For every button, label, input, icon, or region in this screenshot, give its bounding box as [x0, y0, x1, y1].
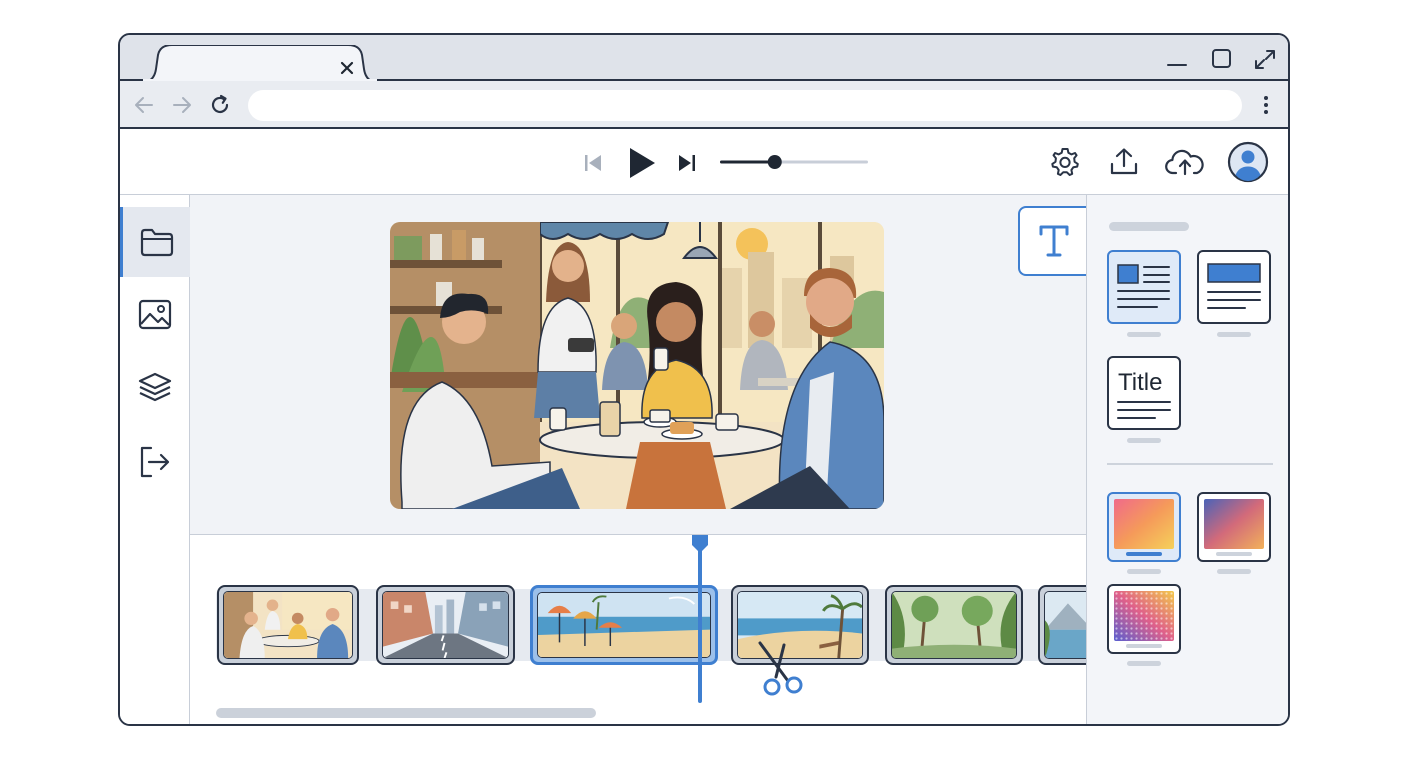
panel-divider: [1107, 463, 1273, 465]
address-bar: [120, 81, 1288, 129]
timeline-clip[interactable]: [1038, 585, 1086, 665]
url-input[interactable]: [248, 90, 1242, 121]
beach-umbrellas-thumbnail: [538, 593, 710, 657]
timeline-clip[interactable]: [885, 585, 1023, 665]
preview-stage: [190, 195, 1086, 535]
tab-strip: [120, 35, 1288, 83]
timeline-scrollbar[interactable]: [216, 708, 596, 718]
timeline-playhead[interactable]: [688, 535, 712, 703]
layout-banner-icon: [1207, 263, 1261, 309]
reload-icon[interactable]: [208, 93, 232, 117]
mountain-lake-thumbnail: [1045, 592, 1086, 658]
cafe-thumbnail: [224, 592, 352, 658]
gradient-sunset-swatch: [1114, 499, 1174, 556]
gear-icon[interactable]: [1049, 146, 1081, 178]
exit-icon: [140, 446, 170, 478]
city-street-thumbnail: [383, 592, 508, 658]
style-gradient-sunset[interactable]: [1107, 492, 1181, 562]
timeline-clip[interactable]: [376, 585, 515, 665]
editor-toolbar: [120, 129, 1288, 195]
layout-template-image-left[interactable]: [1107, 250, 1181, 324]
skip-forward-icon[interactable]: [676, 152, 698, 174]
kebab-menu-icon[interactable]: [1256, 93, 1276, 117]
forward-arrow-icon[interactable]: [170, 93, 194, 117]
layout-template-banner[interactable]: [1197, 250, 1271, 324]
sidebar-item-layers[interactable]: [120, 353, 190, 423]
panel-handle: [1109, 222, 1189, 231]
back-arrow-icon[interactable]: [132, 93, 156, 117]
left-sidebar: [120, 195, 190, 724]
style-gradient-dusk[interactable]: [1197, 492, 1271, 562]
play-icon[interactable]: [626, 146, 658, 180]
cloud-upload-icon[interactable]: [1165, 147, 1205, 177]
sidebar-item-images[interactable]: [120, 280, 190, 350]
cafe-scene-image: [390, 222, 884, 509]
templates-panel: Title: [1086, 195, 1288, 724]
sidebar-item-exit[interactable]: [120, 427, 190, 497]
close-icon[interactable]: [337, 58, 357, 78]
layout-image-left-icon: [1117, 264, 1170, 308]
scissors-icon[interactable]: [754, 639, 810, 703]
fullscreen-icon[interactable]: [1252, 46, 1278, 72]
layers-icon: [138, 372, 172, 402]
image-icon: [138, 299, 172, 330]
text-tool-tab[interactable]: [1018, 206, 1088, 276]
text-icon: [1039, 225, 1069, 257]
timeline: [190, 535, 1086, 724]
browser-window: Title: [118, 33, 1290, 726]
video-preview[interactable]: [390, 222, 884, 509]
gradient-dusk-swatch: [1204, 499, 1264, 556]
style-halftone-gradient[interactable]: [1107, 584, 1181, 654]
sidebar-item-folder[interactable]: [120, 207, 190, 277]
share-upload-icon[interactable]: [1109, 146, 1139, 178]
user-avatar-icon[interactable]: [1227, 141, 1269, 183]
layout-template-title[interactable]: Title: [1107, 356, 1181, 430]
layout-title-lines-icon: [1117, 401, 1171, 419]
minimize-icon[interactable]: [1164, 46, 1190, 72]
folder-icon: [140, 228, 173, 257]
timeline-clip[interactable]: [217, 585, 359, 665]
halftone-gradient-swatch: [1114, 591, 1174, 648]
jungle-thumbnail: [892, 592, 1016, 658]
skip-back-icon[interactable]: [582, 152, 604, 174]
seek-slider[interactable]: [720, 153, 868, 171]
maximize-icon[interactable]: [1208, 46, 1234, 72]
